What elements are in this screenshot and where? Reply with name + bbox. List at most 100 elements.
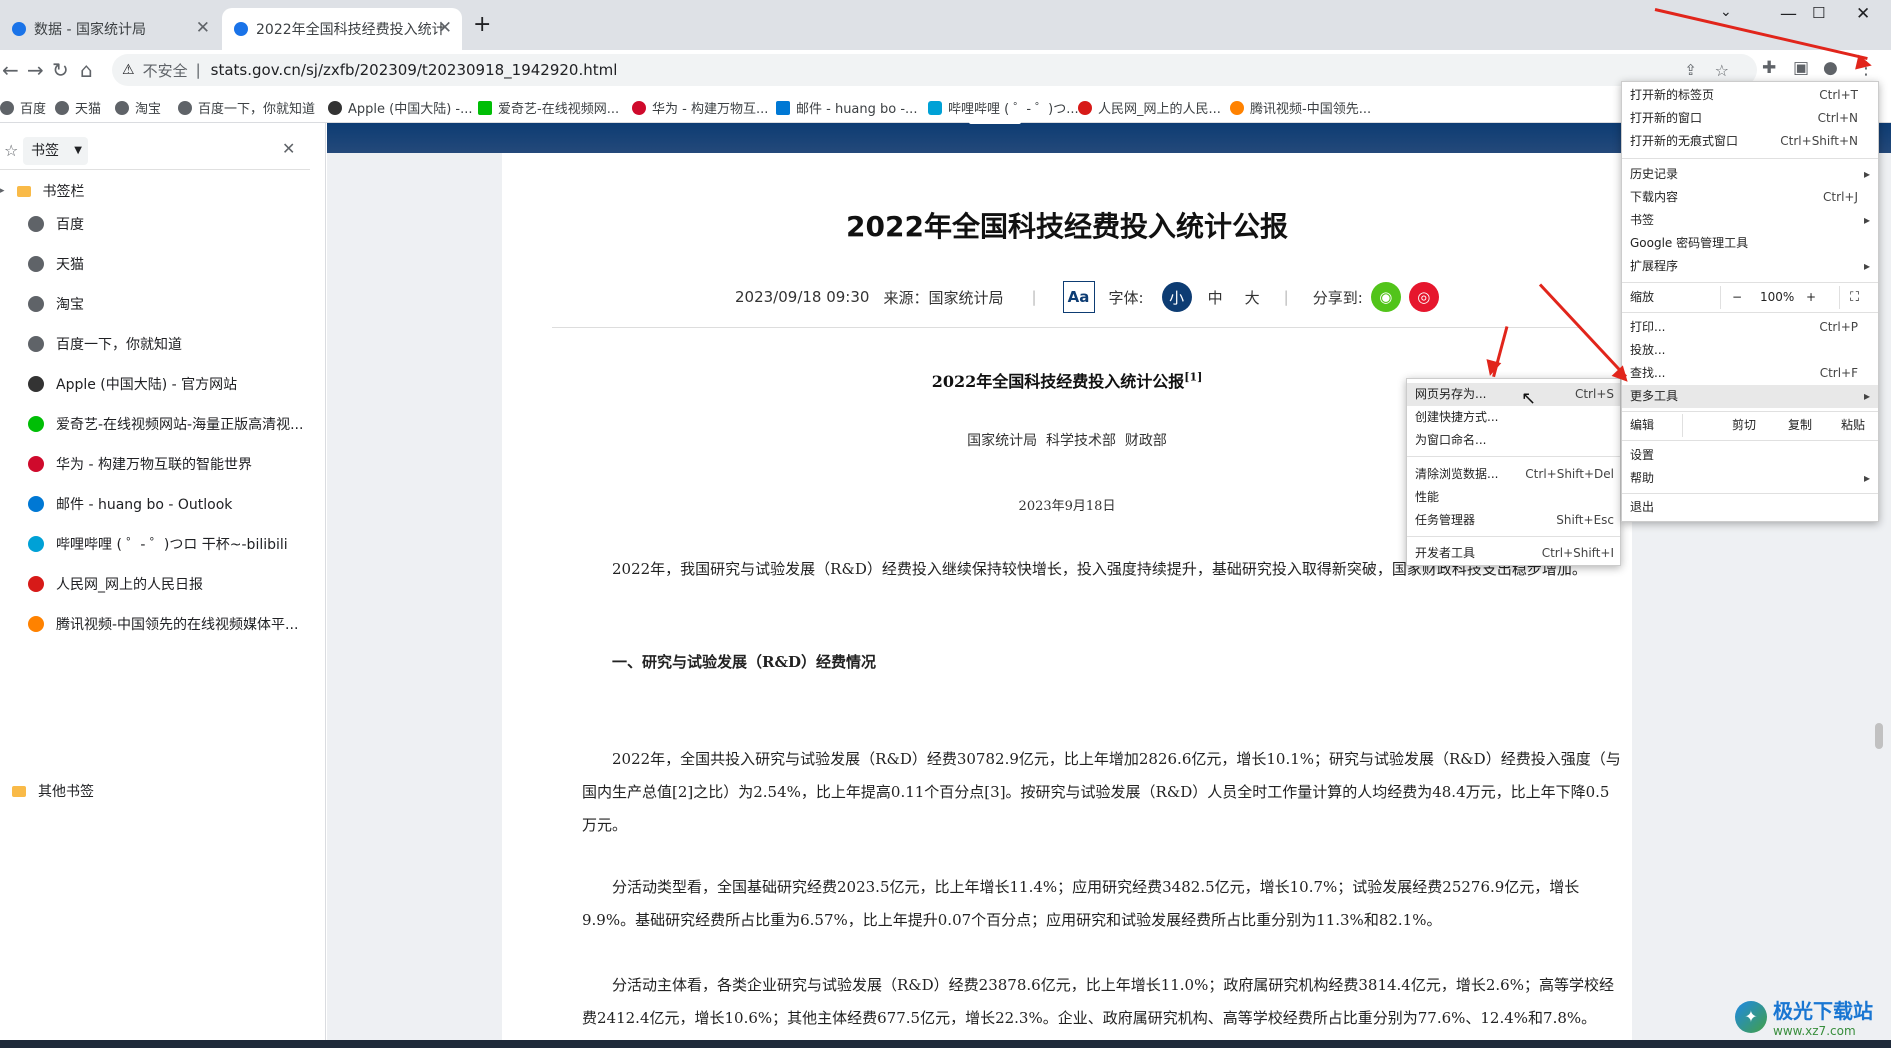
- new-tab-icon[interactable]: +: [473, 12, 491, 37]
- zoom-out-button[interactable]: −: [1732, 286, 1742, 309]
- name-window-item[interactable]: 为窗口命名...: [1407, 429, 1620, 452]
- star-icon[interactable]: ☆: [1715, 61, 1729, 80]
- cut-button[interactable]: 剪切: [1732, 414, 1756, 437]
- bookmark-people[interactable]: 人民网_网上的人民...: [1078, 98, 1221, 117]
- close-tab-icon[interactable]: ✕: [196, 18, 210, 38]
- bookmark-list-item[interactable]: 淘宝: [28, 294, 84, 314]
- exit-item[interactable]: 退出: [1622, 496, 1878, 519]
- maximize-icon[interactable]: ☐: [1812, 4, 1825, 22]
- bookmark-list-item[interactable]: 哔哩哔哩 ( ゜- ゜)つロ 干杯~-bilibili: [28, 534, 288, 554]
- bookmark-label: 人民网_网上的人民日报: [56, 577, 203, 593]
- font-small-button[interactable]: 小: [1161, 282, 1192, 312]
- performance-item[interactable]: 性能: [1407, 486, 1620, 509]
- reload-icon[interactable]: ↻: [52, 58, 69, 82]
- developer-tools-item[interactable]: 开发者工具 Ctrl+Shift+I: [1407, 542, 1620, 565]
- clear-browsing-data-item[interactable]: 清除浏览数据... Ctrl+Shift+Del: [1407, 463, 1620, 486]
- font-large-button[interactable]: 大: [1245, 287, 1260, 308]
- create-shortcut-item[interactable]: 创建快捷方式...: [1407, 406, 1620, 429]
- bookmark-iqiyi[interactable]: 爱奇艺-在线视频网...: [478, 98, 619, 117]
- tab-strip: 数据 - 国家统计局 ✕ 2022年全国科技经费投入统计公报 ✕ + ⌄ — ☐…: [0, 0, 1891, 50]
- save-page-as-item[interactable]: 网页另存为... Ctrl+S: [1407, 383, 1620, 406]
- menu-separator: [1622, 440, 1878, 441]
- cast-item[interactable]: 投放...: [1622, 339, 1878, 362]
- fullscreen-icon[interactable]: ⛶: [1850, 286, 1859, 309]
- tab-search-icon[interactable]: ⌄: [1720, 4, 1732, 20]
- menu-separator: [1622, 493, 1878, 494]
- close-panel-icon[interactable]: ✕: [282, 139, 295, 158]
- zoom-in-button[interactable]: +: [1806, 286, 1816, 309]
- settings-item[interactable]: 设置: [1622, 444, 1878, 467]
- paragraph-funding: 2022年，全国共投入研究与试验发展（R&D）经费30782.9亿元，比上年增加…: [582, 750, 1621, 834]
- bookmark-list-item[interactable]: Apple (中国大陆) - 官方网站: [28, 374, 237, 394]
- extensions-icon[interactable]: ✚: [1762, 58, 1776, 78]
- bookmark-taobao[interactable]: 淘宝: [115, 98, 161, 117]
- bookmark-list-item[interactable]: 天猫: [28, 254, 84, 274]
- help-item[interactable]: 帮助 ▸: [1622, 467, 1878, 490]
- address-bar[interactable]: ⚠ 不安全 | stats.gov.cn/sj/zxfb/202309/t202…: [112, 54, 1757, 86]
- font-medium-button[interactable]: 中: [1208, 287, 1223, 308]
- article-source: 来源：国家统计局: [883, 288, 1004, 307]
- forward-icon[interactable]: →: [27, 58, 44, 82]
- scroll-indicator: [969, 120, 1021, 124]
- profile-icon[interactable]: ●: [1823, 58, 1838, 78]
- task-manager-item[interactable]: 任务管理器 Shift+Esc: [1407, 509, 1620, 532]
- bookmarks-item[interactable]: 书签 ▸: [1622, 209, 1878, 232]
- side-panel-selector[interactable]: 书签 ▼: [23, 137, 88, 165]
- bookmark-label: 天猫: [56, 257, 84, 273]
- new-tab-item[interactable]: 打开新的标签页 Ctrl+T: [1622, 84, 1878, 107]
- bookmark-list-item[interactable]: 腾讯视频-中国领先的在线视频媒体平...: [28, 614, 298, 634]
- bookmark-tmall[interactable]: 天猫: [55, 98, 101, 117]
- bookmark-list-item[interactable]: 百度一下，你就知道: [28, 334, 182, 354]
- page-scrollbar[interactable]: [1875, 723, 1883, 749]
- back-icon[interactable]: ←: [2, 58, 19, 82]
- tab-stats-home[interactable]: 数据 - 国家统计局 ✕: [0, 8, 220, 50]
- bookmark-baidu-search[interactable]: 百度一下，你就知道: [178, 98, 315, 117]
- bookmark-outlook[interactable]: 邮件 - huang bo -...: [776, 98, 917, 117]
- article-meta: 2023/09/18 09:30 来源：国家统计局 | Aa 字体: 小 中 大…: [735, 281, 1439, 313]
- bookmark-list-item[interactable]: 人民网_网上的人民日报: [28, 574, 203, 594]
- bookmark-apple[interactable]: Apple (中国大陆) -...: [328, 98, 473, 117]
- font-size-label: 字体:: [1108, 288, 1144, 307]
- share-icon[interactable]: ⇪: [1684, 61, 1697, 79]
- close-tab-icon[interactable]: ✕: [438, 18, 452, 38]
- side-panel-icon[interactable]: ▣: [1793, 58, 1809, 78]
- taskbar: [0, 1040, 1891, 1048]
- home-icon[interactable]: ⌂: [80, 58, 93, 82]
- paste-button[interactable]: 粘贴: [1841, 414, 1865, 437]
- window-close-icon[interactable]: ✕: [1856, 4, 1870, 24]
- bookmark-huawei[interactable]: 华为 - 构建万物互...: [632, 98, 768, 117]
- copy-button[interactable]: 复制: [1788, 414, 1812, 437]
- downloads-item[interactable]: 下载内容 Ctrl+J: [1622, 186, 1878, 209]
- wechat-share-icon[interactable]: ◉: [1370, 282, 1401, 312]
- more-tools-item[interactable]: 更多工具 ▸: [1622, 385, 1878, 408]
- weibo-share-icon[interactable]: ◎: [1408, 282, 1439, 312]
- bookmark-bilibili[interactable]: 哔哩哔哩 ( ゜- ゜)つ...: [928, 98, 1079, 117]
- bookmark-list-item[interactable]: 爱奇艺-在线视频网站-海量正版高清视...: [28, 414, 303, 434]
- logo-icon: ✦: [1735, 1000, 1767, 1033]
- bookmark-tencent-video[interactable]: 腾讯视频-中国领先...: [1230, 98, 1371, 117]
- extensions-item[interactable]: 扩展程序 ▸: [1622, 255, 1878, 278]
- history-item[interactable]: 历史记录 ▸: [1622, 163, 1878, 186]
- globe-icon: [115, 100, 129, 115]
- reader-mode-button[interactable]: Aa: [1062, 281, 1095, 313]
- new-window-item[interactable]: 打开新的窗口 Ctrl+N: [1622, 107, 1878, 130]
- minimize-icon[interactable]: —: [1780, 4, 1797, 24]
- print-item[interactable]: 打印... Ctrl+P: [1622, 316, 1878, 339]
- bookmark-list-item[interactable]: 百度: [28, 214, 84, 234]
- globe-icon: [28, 296, 44, 312]
- bookmark-baidu[interactable]: 百度: [0, 98, 46, 117]
- globe-icon: [28, 216, 44, 232]
- bookmarks-bar-folder[interactable]: ▸ 书签栏: [0, 181, 85, 201]
- watermark-url: www.xz7.com: [1773, 1024, 1856, 1038]
- tab-active-article[interactable]: 2022年全国科技经费投入统计公报 ✕: [222, 8, 462, 50]
- bookmark-list-item[interactable]: 华为 - 构建万物互联的智能世界: [28, 454, 252, 474]
- find-item[interactable]: 查找... Ctrl+F: [1622, 362, 1878, 385]
- footnote-ref[interactable]: [1]: [1184, 371, 1202, 384]
- site-favicon-icon: [12, 22, 26, 36]
- other-bookmarks-folder[interactable]: 其他书签: [12, 781, 94, 801]
- new-incognito-item[interactable]: 打开新的无痕式窗口 Ctrl+Shift+N: [1622, 130, 1878, 153]
- password-manager-item[interactable]: Google 密码管理工具: [1622, 232, 1878, 255]
- url-text[interactable]: stats.gov.cn/sj/zxfb/202309/t20230918_19…: [211, 61, 618, 79]
- menu-separator: [1407, 536, 1620, 537]
- bookmark-list-item[interactable]: 邮件 - huang bo - Outlook: [28, 494, 232, 514]
